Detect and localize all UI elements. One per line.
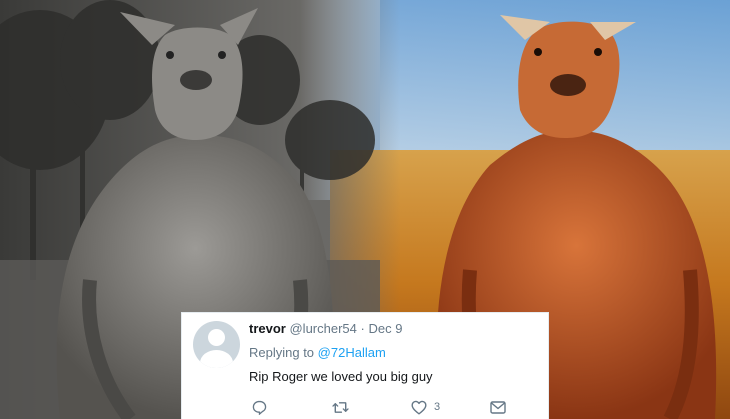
tweet-header: trevor @lurcher54 · Dec 9	[249, 321, 402, 336]
envelope-icon	[490, 400, 506, 414]
user-handle[interactable]: @lurcher54	[289, 321, 356, 336]
retweet-button[interactable]	[332, 399, 349, 415]
replying-to-label: Replying to	[249, 345, 315, 360]
heart-icon	[411, 400, 427, 414]
replying-to-line: Replying to @72Hallam	[249, 345, 386, 360]
tweet-text: Rip Roger we loved you big guy	[249, 369, 433, 384]
tweet-date[interactable]: Dec 9	[368, 321, 402, 336]
like-button[interactable]: 3	[411, 399, 440, 415]
avatar[interactable]	[193, 321, 240, 368]
avatar-head-shape	[208, 329, 225, 346]
reply-button[interactable]	[252, 399, 267, 415]
display-name[interactable]: trevor	[249, 321, 286, 336]
like-count: 3	[434, 401, 441, 413]
avatar-body-shape	[200, 350, 233, 368]
replying-to-handle[interactable]: @72Hallam	[318, 345, 386, 360]
retweet-icon	[332, 401, 349, 413]
direct-message-button[interactable]	[490, 399, 506, 415]
reply-icon	[252, 400, 267, 415]
tweet-card[interactable]: trevor @lurcher54 · Dec 9 Replying to @7…	[181, 312, 549, 419]
separator-dot: ·	[360, 321, 365, 336]
